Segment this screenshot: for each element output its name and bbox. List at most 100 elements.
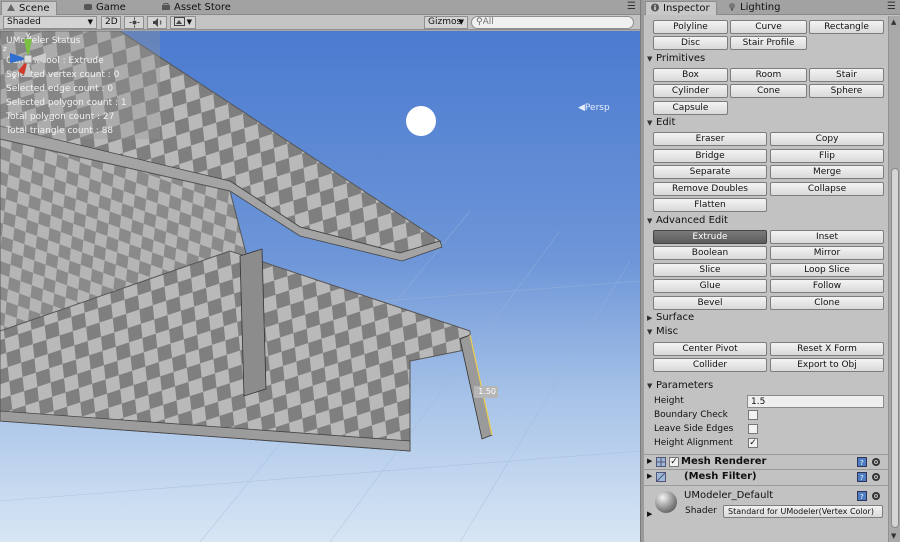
collapse-button[interactable]: Collapse (770, 182, 884, 196)
asset-store-icon (162, 3, 170, 10)
section-advanced-edit[interactable]: ▼ Advanced Edit (647, 215, 728, 226)
height-field[interactable] (747, 395, 884, 408)
disc-button[interactable]: Disc (653, 36, 728, 50)
bevel-button[interactable]: Bevel (653, 296, 767, 310)
room-button[interactable]: Room (730, 68, 807, 82)
collapsed-arrow-icon: ▶ (647, 472, 653, 480)
svg-text:?: ? (860, 474, 864, 482)
mesh-renderer-enabled-checkbox[interactable]: ✓ (669, 457, 679, 467)
extrude-button[interactable]: Extrude (653, 230, 767, 244)
inspector-scrollbar[interactable]: ▲ ▼ (888, 16, 900, 542)
scroll-up-icon[interactable]: ▲ (891, 18, 896, 26)
boundary-check-checkbox[interactable] (748, 410, 758, 420)
material-name: UModeler_Default (684, 490, 774, 501)
copy-button[interactable]: Copy (770, 132, 884, 146)
pillar (239, 248, 267, 397)
mirror-button[interactable]: Mirror (770, 246, 884, 260)
export-to-obj-button[interactable]: Export to Obj (770, 358, 884, 372)
effects-dropdown[interactable]: ▼ (170, 16, 196, 29)
mesh-renderer-title: Mesh Renderer (681, 456, 767, 467)
eraser-button[interactable]: Eraser (653, 132, 767, 146)
tab-asset-store[interactable]: Asset Store (157, 1, 237, 15)
leave-side-edges-checkbox[interactable] (748, 424, 758, 434)
bridge-button[interactable]: Bridge (653, 149, 767, 163)
collider-button[interactable]: Collider (653, 358, 767, 372)
orientation-gizmo[interactable]: y z x (0, 31, 56, 87)
sphere-button[interactable]: Sphere (809, 84, 884, 98)
dropdown-arrow-icon: ▼ (458, 18, 464, 26)
height-alignment-checkbox[interactable]: ✓ (748, 438, 758, 448)
status-line: Selected polygon count : 1 (6, 98, 127, 108)
boundary-check-label: Boundary Check (654, 410, 728, 420)
help-book-icon[interactable]: ? (857, 457, 867, 467)
shading-mode-dropdown[interactable]: Shaded ▼ (3, 16, 97, 29)
section-edit[interactable]: ▼ Edit (647, 117, 675, 128)
boolean-button[interactable]: Boolean (653, 246, 767, 260)
svg-text:?: ? (860, 493, 864, 501)
height-alignment-label: Height Alignment (654, 438, 733, 448)
slice-button[interactable]: Slice (653, 263, 767, 277)
checkmark-icon: ✓ (749, 438, 757, 448)
info-icon (651, 3, 659, 12)
stair-button[interactable]: Stair (809, 68, 884, 82)
gizmos-dropdown[interactable]: Gizmos ▼ (424, 16, 468, 29)
projection-toggle[interactable]: ◀Persp (578, 103, 610, 113)
tab-inspector[interactable]: Inspector (645, 1, 717, 15)
sun-icon (129, 17, 139, 28)
gizmo-center-cube[interactable] (23, 54, 33, 64)
clone-button[interactable]: Clone (770, 296, 884, 310)
flatten-button[interactable]: Flatten (653, 198, 767, 212)
cone-button[interactable]: Cone (730, 84, 807, 98)
reset-x-form-button[interactable]: Reset X Form (770, 342, 884, 356)
lighting-toggle[interactable] (124, 16, 144, 29)
section-misc[interactable]: ▼ Misc (647, 326, 678, 337)
gear-icon[interactable] (871, 491, 881, 501)
capsule-button[interactable]: Capsule (653, 101, 728, 115)
search-input[interactable] (482, 17, 613, 27)
scene-panel: Scene Game Asset Store ☰ Shaded ▼ 2D ▼ G… (0, 0, 640, 542)
tab-scene[interactable]: Scene (1, 1, 57, 15)
2d-toggle[interactable]: 2D (101, 16, 121, 29)
box-button[interactable]: Box (653, 68, 728, 82)
shader-dropdown[interactable]: Standard for UModeler(Vertex Color) (723, 505, 883, 518)
collapsed-arrow-icon[interactable]: ▶ (647, 510, 652, 518)
scroll-thumb[interactable] (891, 168, 899, 528)
gear-icon[interactable] (871, 472, 881, 482)
scroll-down-icon[interactable]: ▼ (891, 532, 896, 540)
tab-lighting[interactable]: Lighting (723, 1, 786, 15)
curve-button[interactable]: Curve (730, 20, 807, 34)
panel-menu-icon[interactable]: ☰ (627, 1, 636, 12)
mesh-renderer-icon (656, 457, 666, 467)
height-dimension-label: 1.50 (474, 386, 498, 398)
polyline-button[interactable]: Polyline (653, 20, 728, 34)
loop-slice-button[interactable]: Loop Slice (770, 263, 884, 277)
help-book-icon[interactable]: ? (857, 491, 867, 501)
expanded-arrow-icon: ▼ (647, 119, 653, 127)
tab-game[interactable]: Game (79, 1, 132, 15)
remove-doubles-button[interactable]: Remove Doubles (653, 182, 767, 196)
inset-button[interactable]: Inset (770, 230, 884, 244)
checkmark-icon: ✓ (670, 457, 678, 467)
audio-toggle[interactable] (147, 16, 167, 29)
scene-search-field[interactable]: ⚲ (471, 16, 634, 29)
cylinder-button[interactable]: Cylinder (653, 84, 728, 98)
scene-viewport[interactable]: UModeler Status Current tool : Extrude S… (0, 31, 640, 542)
separate-button[interactable]: Separate (653, 165, 767, 179)
merge-button[interactable]: Merge (770, 165, 884, 179)
mesh-filter-component[interactable]: ▶ (Mesh Filter) ? (644, 469, 888, 485)
section-surface[interactable]: ▶ Surface (647, 312, 694, 323)
rectangle-button[interactable]: Rectangle (809, 20, 884, 34)
section-parameters[interactable]: ▼ Parameters (647, 380, 713, 391)
flip-button[interactable]: Flip (770, 149, 884, 163)
gizmo-z-label: z (3, 45, 7, 53)
mesh-renderer-component[interactable]: ▶ ✓ Mesh Renderer ? (644, 454, 888, 469)
stair-profile-button[interactable]: Stair Profile (730, 36, 807, 50)
gear-icon[interactable] (871, 457, 881, 467)
section-primitives[interactable]: ▼ Primitives (647, 53, 705, 64)
inspector-menu-icon[interactable]: ☰ (887, 1, 896, 12)
center-pivot-button[interactable]: Center Pivot (653, 342, 767, 356)
glue-button[interactable]: Glue (653, 279, 767, 293)
scene-toolbar: Shaded ▼ 2D ▼ Gizmos ▼ ⚲ (0, 15, 640, 30)
help-book-icon[interactable]: ? (857, 472, 867, 482)
follow-button[interactable]: Follow (770, 279, 884, 293)
